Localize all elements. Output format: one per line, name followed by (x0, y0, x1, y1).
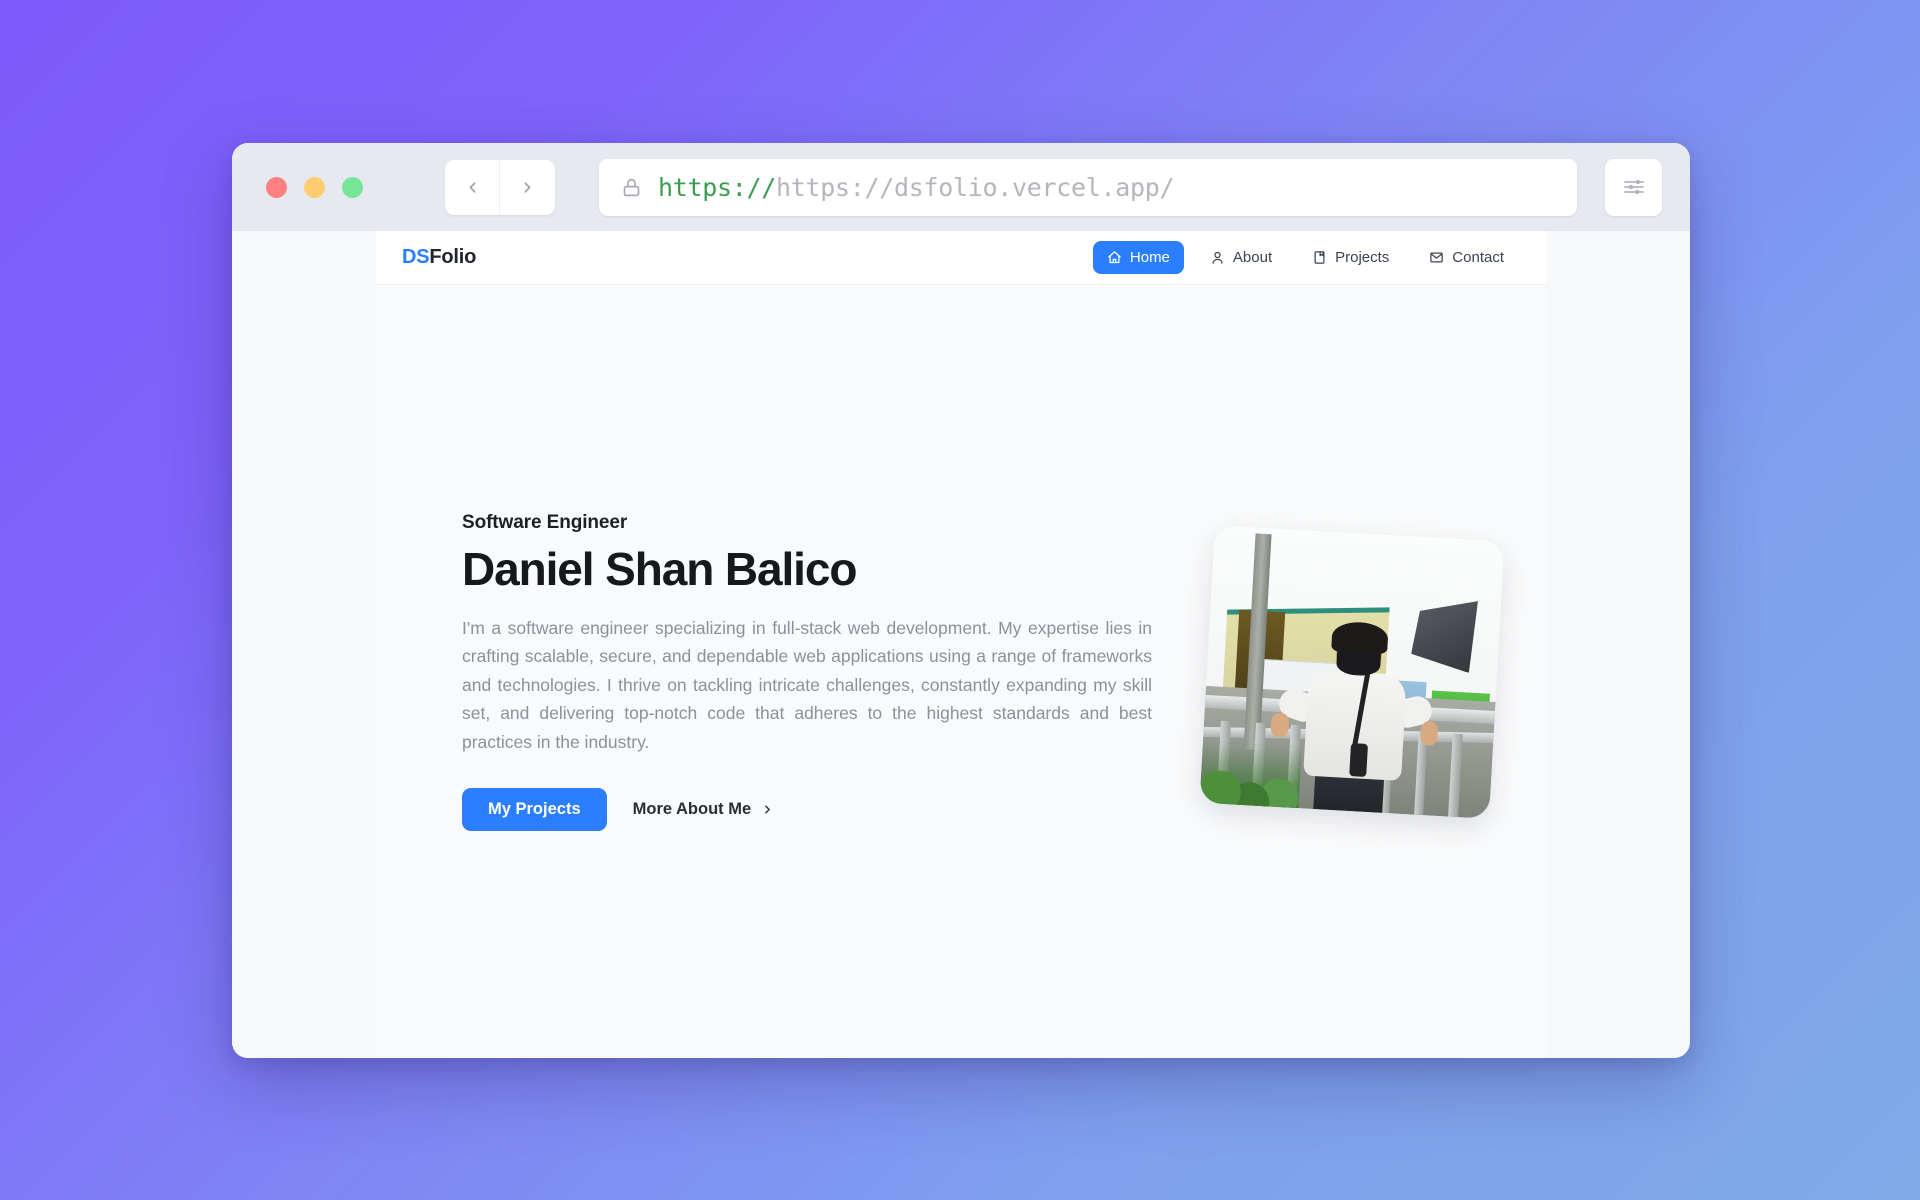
hero-section: Software Engineer Daniel Shan Balico I'm… (376, 285, 1546, 1058)
chevron-right-icon (765, 805, 771, 814)
browser-settings-button[interactable] (1605, 158, 1662, 216)
user-icon (1212, 251, 1223, 264)
logo-suffix: Folio (429, 246, 477, 268)
forward-button[interactable] (500, 159, 555, 215)
nav-item-contact-label: Contact (1452, 249, 1504, 266)
my-projects-button[interactable]: My Projects (462, 787, 607, 831)
mail-icon (1430, 252, 1444, 263)
back-button[interactable] (445, 159, 500, 215)
hero-cta-row: My Projects More About Me (462, 787, 1152, 831)
browser-toolbar: https://https://dsfolio.vercel.app/ (232, 143, 1690, 231)
document-icon (1314, 251, 1325, 264)
close-window-button[interactable] (266, 176, 287, 198)
nav-item-about-label: About (1232, 249, 1273, 266)
site-menu: Home About Projects Contact (1092, 241, 1518, 274)
maximize-window-button[interactable] (342, 176, 363, 198)
more-about-me-link[interactable]: More About Me (633, 800, 775, 819)
nav-item-about[interactable]: About (1196, 241, 1286, 274)
website-page: DSFolio Home About Projects Contact Soft… (376, 231, 1546, 1058)
browser-viewport: DSFolio Home About Projects Contact Soft… (232, 231, 1690, 1058)
url-scheme: https:// (658, 172, 777, 202)
nav-item-home[interactable]: Home (1092, 241, 1184, 274)
nav-item-home-label: Home (1129, 249, 1170, 266)
hero-title: Daniel Shan Balico (462, 543, 857, 596)
hero-description: I'm a software engineer specializing in … (462, 618, 1152, 752)
profile-photo (1199, 524, 1505, 819)
lock-icon (623, 178, 640, 196)
site-navbar: DSFolio Home About Projects Contact (376, 231, 1546, 285)
traffic-lights (260, 176, 363, 198)
hero-eyebrow: Software Engineer (462, 512, 628, 534)
chevron-right-icon (524, 181, 531, 193)
hero-photo-column (1192, 524, 1512, 819)
chevron-left-icon (469, 181, 475, 193)
viewport-left-gutter (232, 231, 376, 1058)
more-about-me-label: More About Me (632, 799, 752, 818)
minimize-window-button[interactable] (304, 176, 325, 198)
navigation-buttons (445, 159, 555, 215)
address-bar[interactable]: https://https://dsfolio.vercel.app/ (599, 158, 1577, 216)
home-icon (1108, 251, 1121, 264)
nav-item-contact[interactable]: Contact (1415, 241, 1518, 274)
profile-photo-image (1199, 524, 1505, 819)
url-rest: https://dsfolio.vercel.app/ (776, 172, 1175, 202)
hero-text-column: Software Engineer Daniel Shan Balico I'm… (462, 512, 1152, 831)
browser-window: https://https://dsfolio.vercel.app/ DSFo… (232, 143, 1690, 1058)
logo-prefix: DS (402, 246, 430, 268)
nav-item-projects-label: Projects (1335, 249, 1390, 266)
sliders-icon (1623, 179, 1644, 195)
nav-item-projects[interactable]: Projects (1298, 241, 1403, 274)
site-logo[interactable]: DSFolio (402, 246, 476, 269)
